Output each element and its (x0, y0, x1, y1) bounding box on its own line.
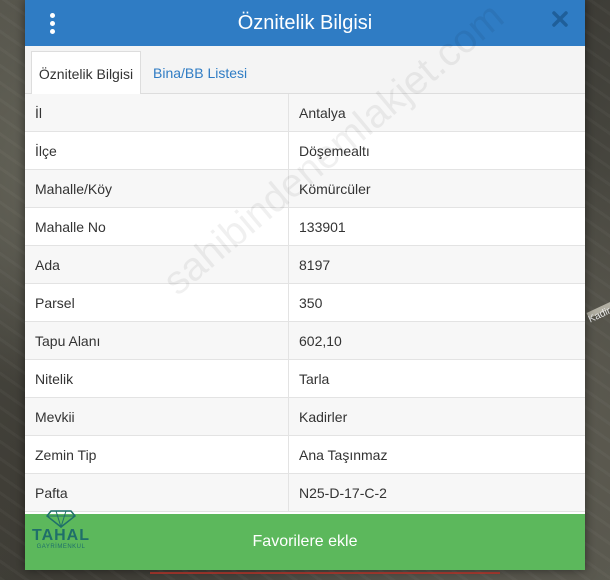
add-favorite-button[interactable]: Favorilere ekle (25, 514, 585, 570)
table-row: Ada 8197 (25, 246, 585, 284)
table-row: Nitelik Tarla (25, 360, 585, 398)
close-icon[interactable] (549, 8, 571, 30)
map-parcel-line (150, 572, 500, 574)
vertical-dots-icon[interactable] (45, 8, 59, 38)
row-label: İlçe (25, 132, 289, 169)
table-row: İl Antalya (25, 94, 585, 132)
row-label: Mahalle/Köy (25, 170, 289, 207)
row-value: Antalya (299, 105, 346, 121)
row-value: Kömürcüler (299, 181, 371, 197)
row-label: Ada (25, 246, 289, 283)
table-row: Tapu Alanı 602,10 (25, 322, 585, 360)
row-label: Pafta (25, 474, 289, 511)
dialog-header: Öznitelik Bilgisi (25, 0, 585, 46)
row-value: 133901 (299, 219, 346, 235)
row-label: Mahalle No (25, 208, 289, 245)
table-row: Pafta N25-D-17-C-2 (25, 474, 585, 512)
table-row: İlçe Döşemealtı (25, 132, 585, 170)
dialog-title: Öznitelik Bilgisi (237, 11, 373, 34)
row-value: 350 (299, 295, 323, 311)
table-row: Mahalle/Köy Kömürcüler (25, 170, 585, 208)
row-value: Tarla (299, 371, 330, 387)
row-value: 602,10 (299, 333, 342, 349)
table-row: Parsel 350 (25, 284, 585, 322)
row-label: Zemin Tip (25, 436, 289, 473)
row-label: Mevkii (25, 398, 289, 435)
row-label: Parsel (25, 284, 289, 321)
attribute-table: İl Antalya İlçe Döşemealtı Mahalle/Köy K… (25, 94, 585, 512)
row-value: Kadirler (299, 409, 348, 425)
logo-name: TAHAL (31, 527, 91, 544)
tab-attribute-info[interactable]: Öznitelik Bilgisi (31, 51, 141, 95)
row-value: Ana Taşınmaz (299, 447, 388, 463)
row-value: Döşemealtı (299, 143, 370, 159)
company-logo: TAHAL GAYRİMENKUL (31, 508, 91, 552)
row-label: Tapu Alanı (25, 322, 289, 359)
tab-bar: Öznitelik Bilgisi Bina/BB Listesi (25, 46, 585, 95)
row-value: 8197 (299, 257, 331, 273)
row-value: N25-D-17-C-2 (299, 485, 387, 501)
diamond-icon (46, 510, 76, 528)
table-row: Zemin Tip Ana Taşınmaz (25, 436, 585, 474)
row-label: İl (25, 94, 289, 131)
attribute-dialog: Öznitelik Bilgisi Öznitelik Bilgisi Bina… (25, 0, 585, 570)
logo-subtitle: GAYRİMENKUL (36, 544, 86, 550)
row-label: Nitelik (25, 360, 289, 397)
tab-building-list[interactable]: Bina/BB Listesi (143, 51, 257, 95)
table-row: Mahalle No 133901 (25, 208, 585, 246)
table-row: Mevkii Kadirler (25, 398, 585, 436)
